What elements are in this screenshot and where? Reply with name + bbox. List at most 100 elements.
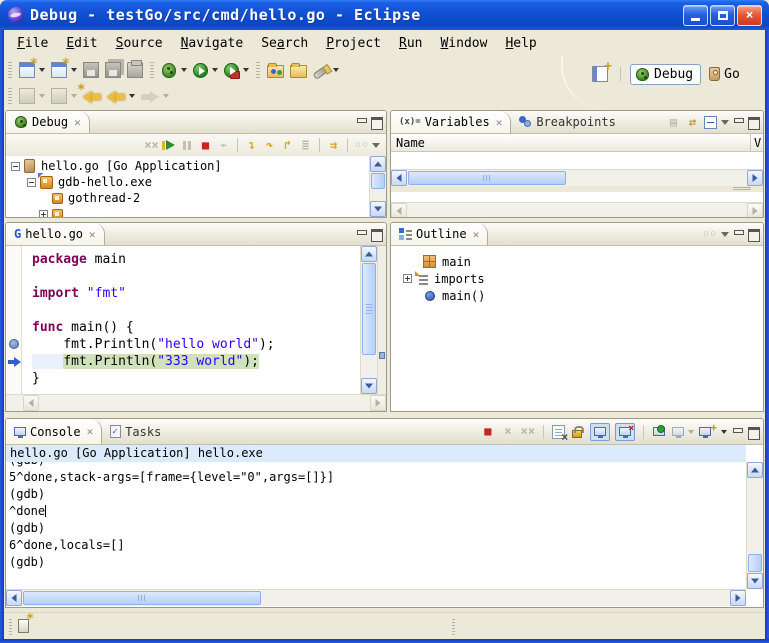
view-menu-icon[interactable] bbox=[372, 143, 380, 148]
save-button[interactable] bbox=[80, 58, 102, 82]
console-vertical-scrollbar[interactable] bbox=[746, 462, 763, 589]
scroll-down-button[interactable] bbox=[370, 201, 386, 217]
statusbar-drag-handle[interactable] bbox=[452, 619, 455, 635]
maximize-view-button[interactable] bbox=[371, 229, 382, 239]
detail-horizontal-scrollbar[interactable] bbox=[391, 202, 763, 218]
show-stdout-toggle[interactable] bbox=[590, 423, 610, 441]
open-perspective-button[interactable] bbox=[589, 62, 611, 86]
scroll-right-button[interactable] bbox=[747, 203, 763, 218]
scroll-right-button[interactable] bbox=[747, 170, 763, 186]
pin-console-button[interactable] bbox=[652, 424, 667, 439]
minimize-view-button[interactable] bbox=[733, 229, 744, 239]
menu-project[interactable]: Project bbox=[317, 33, 390, 54]
scroll-thumb[interactable] bbox=[371, 173, 385, 189]
minimize-view-button[interactable] bbox=[356, 229, 367, 239]
scroll-lock-button[interactable] bbox=[570, 424, 585, 439]
maximize-view-button[interactable] bbox=[748, 117, 759, 127]
debug-tree-row[interactable] bbox=[6, 206, 369, 217]
scroll-left-button[interactable] bbox=[23, 395, 39, 411]
search-button[interactable] bbox=[310, 58, 342, 82]
show-stderr-toggle[interactable]: × bbox=[615, 423, 635, 441]
external-tools-button[interactable] bbox=[221, 58, 252, 82]
step-into-button[interactable]: ↴ bbox=[244, 138, 259, 153]
maximize-view-button[interactable] bbox=[748, 229, 759, 239]
debug-view-extra-button[interactable]: ◦◦ bbox=[354, 138, 369, 153]
drop-to-frame-button[interactable]: ≣ bbox=[298, 138, 313, 153]
last-edit-location-button[interactable] bbox=[80, 84, 104, 108]
maximize-view-button[interactable] bbox=[748, 427, 759, 437]
tab-console[interactable]: Console ✕ bbox=[6, 419, 102, 444]
title-bar[interactable]: Debug - testGo/src/cmd/hello.go - Eclips… bbox=[0, 0, 769, 30]
minimize-view-button[interactable] bbox=[356, 117, 367, 127]
scroll-up-button[interactable] bbox=[370, 156, 386, 172]
close-button[interactable]: × bbox=[737, 5, 762, 26]
expand-expander-icon[interactable] bbox=[403, 274, 412, 283]
variables-detail-pane[interactable] bbox=[391, 192, 763, 202]
code-area[interactable]: package main import "fmt" func main() { … bbox=[23, 246, 360, 394]
tab-outline[interactable]: Outline ✕ bbox=[391, 223, 488, 245]
new-wizard-button[interactable] bbox=[16, 58, 48, 82]
variables-horizontal-scrollbar[interactable] bbox=[391, 169, 763, 186]
toolbar-drag-handle[interactable] bbox=[8, 88, 12, 104]
scroll-left-button[interactable] bbox=[391, 170, 407, 186]
close-icon[interactable]: ✕ bbox=[496, 116, 503, 129]
menu-window[interactable]: Window bbox=[431, 33, 496, 54]
back-button[interactable] bbox=[104, 84, 138, 108]
maximize-view-button[interactable] bbox=[371, 117, 382, 127]
terminate-button[interactable]: ■ bbox=[480, 424, 495, 439]
annotation-ruler[interactable] bbox=[6, 246, 22, 394]
scroll-down-button[interactable] bbox=[361, 378, 377, 394]
view-menu-icon[interactable] bbox=[721, 120, 729, 125]
remove-all-terminated-button[interactable]: ×× bbox=[144, 138, 159, 153]
menu-search[interactable]: Search bbox=[252, 33, 317, 54]
scroll-up-button[interactable] bbox=[361, 246, 377, 262]
remove-all-terminated-button[interactable]: ×× bbox=[520, 424, 535, 439]
minimize-view-button[interactable] bbox=[733, 117, 744, 127]
debug-button[interactable] bbox=[158, 58, 190, 82]
scroll-thumb[interactable] bbox=[748, 554, 762, 572]
menu-source[interactable]: Source bbox=[107, 33, 172, 54]
link-with-editor-button[interactable]: ◦◦ bbox=[702, 227, 717, 242]
overview-ruler[interactable] bbox=[377, 246, 386, 394]
perspective-debug-button[interactable]: Debug bbox=[630, 64, 701, 85]
close-icon[interactable]: ✕ bbox=[89, 228, 96, 241]
scroll-thumb[interactable] bbox=[408, 171, 566, 185]
debug-tree-row[interactable]: gothread-2 bbox=[6, 190, 369, 206]
menu-run[interactable]: Run bbox=[390, 33, 431, 54]
open-folder-button[interactable] bbox=[287, 58, 310, 82]
debug-tree-row[interactable]: hello.go [Go Application] bbox=[6, 158, 369, 174]
menu-help[interactable]: Help bbox=[496, 33, 545, 54]
show-type-names-button[interactable]: ▤ bbox=[666, 115, 681, 130]
menu-file[interactable]: File bbox=[8, 33, 57, 54]
statusbar-drag-handle[interactable] bbox=[9, 619, 12, 635]
outline-item-imports[interactable]: imports bbox=[391, 270, 763, 287]
breakpoint-icon[interactable] bbox=[9, 339, 19, 349]
resume-button[interactable] bbox=[162, 138, 177, 153]
display-selected-console-button[interactable] bbox=[672, 420, 694, 444]
tab-tasks[interactable]: ✓ Tasks bbox=[102, 419, 169, 444]
previous-annotation-button[interactable] bbox=[48, 84, 80, 108]
tab-breakpoints[interactable]: Breakpoints bbox=[511, 111, 623, 133]
save-all-button[interactable] bbox=[102, 58, 124, 82]
console-horizontal-scrollbar[interactable] bbox=[6, 589, 746, 606]
editor-vertical-scrollbar[interactable] bbox=[360, 246, 377, 394]
close-icon[interactable]: ✕ bbox=[74, 116, 81, 129]
tab-hello-go[interactable]: G hello.go ✕ bbox=[6, 223, 105, 245]
close-icon[interactable]: ✕ bbox=[87, 425, 94, 438]
run-button[interactable] bbox=[190, 58, 221, 82]
terminate-button[interactable]: ■ bbox=[198, 138, 213, 153]
scroll-thumb[interactable] bbox=[23, 591, 261, 605]
disconnect-button[interactable]: ⌁ bbox=[216, 138, 231, 153]
collapse-expander-icon[interactable] bbox=[27, 178, 36, 187]
minimize-button[interactable] bbox=[683, 5, 708, 26]
open-resource-button[interactable] bbox=[264, 58, 287, 82]
expand-expander-icon[interactable] bbox=[39, 210, 48, 218]
scroll-thumb[interactable] bbox=[362, 263, 376, 355]
tab-debug[interactable]: Debug ✕ bbox=[6, 111, 90, 133]
debug-vertical-scrollbar[interactable] bbox=[369, 156, 386, 217]
fast-view-tray-icon[interactable] bbox=[18, 619, 29, 633]
tab-variables[interactable]: (x)= Variables ✕ bbox=[391, 111, 511, 133]
step-over-button[interactable]: ↷ bbox=[262, 138, 277, 153]
toolbar-drag-handle[interactable] bbox=[8, 62, 12, 78]
menu-edit[interactable]: Edit bbox=[57, 33, 106, 54]
